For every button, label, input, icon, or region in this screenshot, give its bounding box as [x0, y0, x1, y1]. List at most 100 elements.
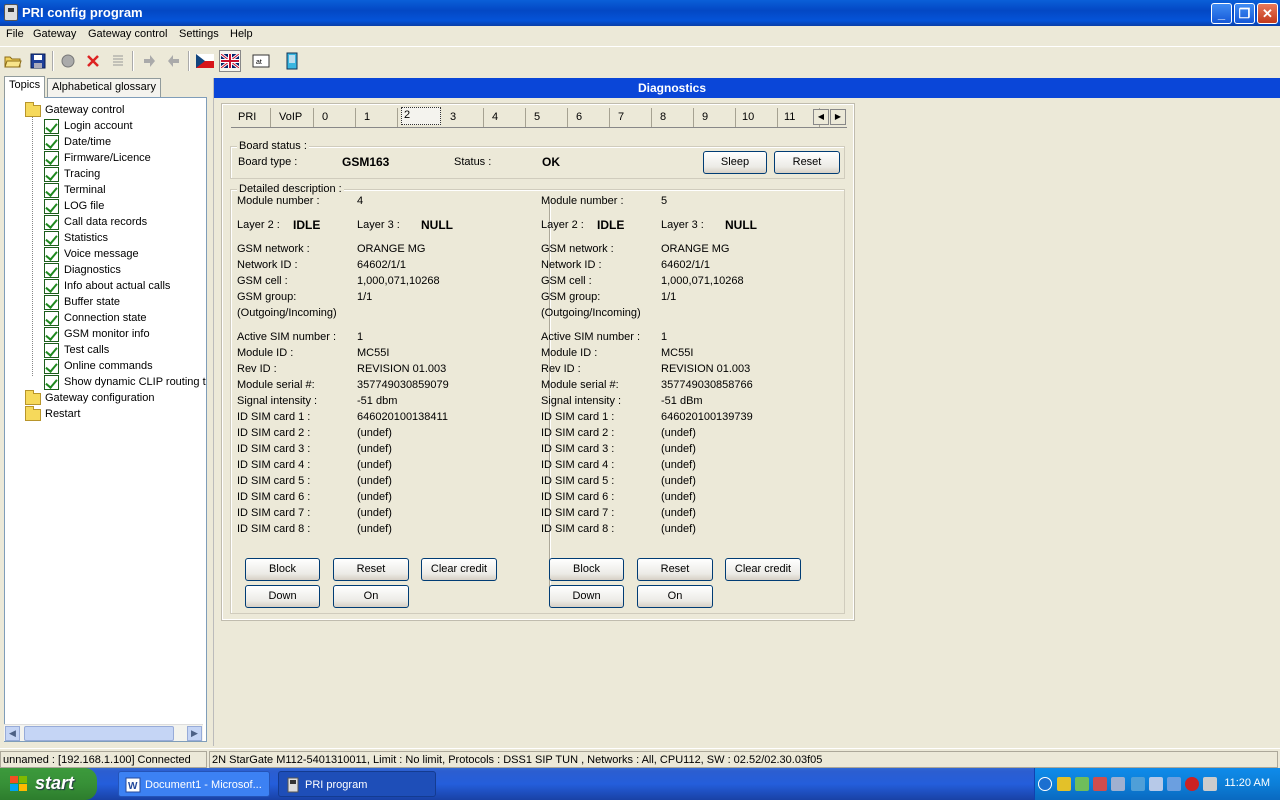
- device-info-status: 2N StarGate M112-5401310011, Limit : No …: [209, 751, 1278, 768]
- module-id-value: MC55I: [357, 347, 390, 359]
- network-icon[interactable]: [1075, 777, 1089, 791]
- tab-6[interactable]: 6: [568, 108, 610, 127]
- menu-settings[interactable]: Settings: [179, 28, 219, 40]
- taskbar-item-document1[interactable]: W Document1 - Microsof...: [118, 771, 270, 797]
- tab-3[interactable]: 3: [442, 108, 484, 127]
- sim7-value: (undef): [357, 507, 392, 519]
- download-icon[interactable]: [163, 50, 185, 72]
- down-button[interactable]: Down: [245, 585, 320, 608]
- sim4-label: ID SIM card 4 :: [541, 459, 615, 471]
- scrollbar-thumb[interactable]: [24, 726, 174, 741]
- tab-10[interactable]: 10: [736, 108, 778, 127]
- folder-icon: [25, 406, 41, 421]
- tab-pri[interactable]: PRI: [231, 108, 271, 127]
- checkmark-icon: [44, 215, 59, 230]
- board-reset-button[interactable]: Reset: [774, 151, 840, 174]
- sim4-value: (undef): [661, 459, 696, 471]
- tab-8[interactable]: 8: [652, 108, 694, 127]
- save-icon[interactable]: [27, 50, 49, 72]
- scroll-right-icon[interactable]: ▶: [187, 726, 202, 741]
- close-button[interactable]: ✕: [1257, 3, 1278, 24]
- scroll-left-icon[interactable]: ◀: [5, 726, 20, 741]
- tab-1[interactable]: 1: [356, 108, 398, 127]
- down-button[interactable]: Down: [549, 585, 624, 608]
- sim1-label: ID SIM card 1 :: [237, 411, 311, 423]
- start-button[interactable]: start: [0, 768, 97, 800]
- menu-help[interactable]: Help: [230, 28, 253, 40]
- sim3-label: ID SIM card 3 :: [237, 443, 311, 455]
- gsm-group-value: 1/1: [661, 291, 677, 303]
- on-button[interactable]: On: [637, 585, 713, 608]
- open-folder-icon[interactable]: [2, 50, 24, 72]
- tab-scroll-left-icon[interactable]: ◀: [813, 109, 829, 125]
- checkmark-icon: [44, 359, 59, 374]
- connection-status: unnamed : [192.168.1.100] Connected: [0, 751, 207, 768]
- tab-voip[interactable]: VoIP: [271, 108, 314, 127]
- active-sim-label: Active SIM number :: [237, 331, 337, 343]
- security-shield-icon[interactable]: [1057, 777, 1071, 791]
- taskbar-item-pri-program[interactable]: PRI program: [278, 771, 436, 797]
- gsm-group-label: GSM group:: [237, 291, 297, 303]
- module-reset-button[interactable]: Reset: [333, 558, 409, 581]
- tab-4[interactable]: 4: [484, 108, 526, 127]
- device-icon[interactable]: [281, 50, 303, 72]
- word-doc-icon: W: [125, 777, 141, 793]
- on-button[interactable]: On: [333, 585, 409, 608]
- layer2-value: IDLE: [597, 218, 625, 232]
- tab-5[interactable]: 5: [526, 108, 568, 127]
- block-button[interactable]: Block: [549, 558, 624, 581]
- tray-app-icon[interactable]: [1185, 777, 1199, 791]
- upload-icon[interactable]: [138, 50, 160, 72]
- czech-flag-icon[interactable]: [194, 50, 216, 72]
- sim8-label: ID SIM card 8 :: [541, 523, 615, 535]
- minimize-button[interactable]: _: [1211, 3, 1232, 24]
- tab-0[interactable]: 0: [314, 108, 356, 127]
- sim6-label: ID SIM card 6 :: [541, 491, 615, 503]
- uk-flag-icon[interactable]: [219, 50, 241, 72]
- block-button[interactable]: Block: [245, 558, 320, 581]
- menu-gateway-control[interactable]: Gateway control: [88, 28, 167, 40]
- tray-app-icon[interactable]: [1111, 777, 1125, 791]
- menu-file[interactable]: File: [6, 28, 24, 40]
- tab-scroll-right-icon[interactable]: ▶: [830, 109, 846, 125]
- tab-7[interactable]: 7: [610, 108, 652, 127]
- gsm-network-value: ORANGE MG: [661, 243, 730, 255]
- volume-icon[interactable]: [1131, 777, 1145, 791]
- terminal-icon[interactable]: at: [250, 50, 272, 72]
- network-id-value: 64602/1/1: [357, 259, 406, 271]
- sim4-label: ID SIM card 4 :: [237, 459, 311, 471]
- tree-horizontal-scrollbar[interactable]: ◀ ▶: [4, 724, 203, 741]
- tray-app-icon[interactable]: [1149, 777, 1163, 791]
- tray-expand-icon[interactable]: [1038, 777, 1052, 791]
- layer3-value: NULL: [725, 218, 757, 232]
- layer3-label: Layer 3 :: [661, 219, 704, 231]
- windows-logo-icon: [10, 776, 27, 791]
- status-label: Status :: [454, 156, 492, 168]
- layer2-label: Layer 2 :: [237, 219, 280, 231]
- tray-app-icon[interactable]: [1167, 777, 1181, 791]
- tab-9[interactable]: 9: [694, 108, 736, 127]
- clear-credit-button[interactable]: Clear credit: [421, 558, 497, 581]
- pri-app-icon: [287, 777, 299, 793]
- sim1-label: ID SIM card 1 :: [541, 411, 615, 423]
- serial-value: 357749030858766: [661, 379, 753, 391]
- network-alert-icon[interactable]: [1093, 777, 1107, 791]
- tab-alphabetical-glossary[interactable]: Alphabetical glossary: [47, 78, 161, 97]
- tab-2[interactable]: 2: [401, 107, 441, 125]
- tab-topics[interactable]: Topics: [4, 76, 46, 98]
- module-reset-button[interactable]: Reset: [637, 558, 713, 581]
- board-status-title: Board status :: [237, 140, 309, 152]
- svg-text:W: W: [128, 781, 138, 792]
- board-type-value: GSM163: [342, 155, 390, 169]
- menu-gateway[interactable]: Gateway: [33, 28, 76, 40]
- network-id-label: Network ID :: [541, 259, 602, 271]
- sim5-value: (undef): [661, 475, 696, 487]
- connect-icon[interactable]: [57, 50, 79, 72]
- disconnect-icon[interactable]: [82, 50, 104, 72]
- list-icon[interactable]: [107, 50, 129, 72]
- status-value: OK: [542, 155, 560, 169]
- clear-credit-button[interactable]: Clear credit: [725, 558, 801, 581]
- tray-app-icon[interactable]: [1203, 777, 1217, 791]
- sleep-button[interactable]: Sleep: [703, 151, 767, 174]
- maximize-button[interactable]: ❐: [1234, 3, 1255, 24]
